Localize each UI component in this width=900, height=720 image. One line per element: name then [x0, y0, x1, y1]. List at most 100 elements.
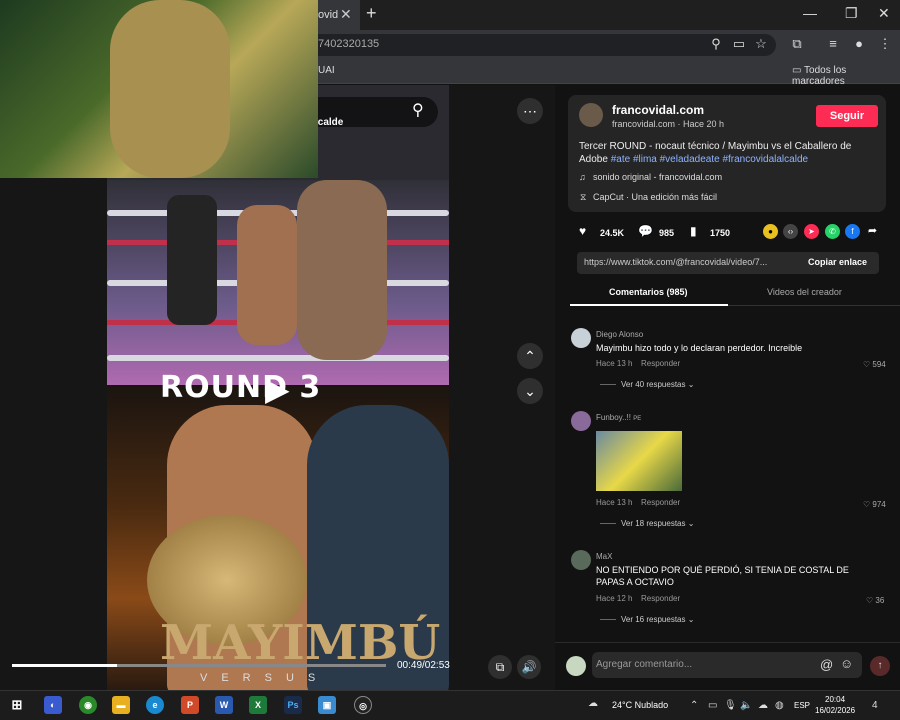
microphone-icon[interactable]: 🎙: [724, 700, 737, 711]
commenter-name[interactable]: Funboy..!! PE: [596, 413, 641, 422]
tab-comments[interactable]: Comentarios (985): [609, 287, 688, 297]
notification-icon[interactable]: 4: [872, 700, 878, 711]
file-explorer-icon[interactable]: ▬: [112, 696, 130, 714]
commenter-name[interactable]: MaX: [596, 552, 612, 561]
like-icon[interactable]: ♥: [579, 224, 597, 242]
restore-icon[interactable]: ❐: [845, 5, 858, 22]
copy-link-button[interactable]: Copiar enlace: [808, 257, 867, 267]
word-icon[interactable]: W: [215, 696, 233, 714]
facebook-icon[interactable]: f: [845, 224, 860, 239]
comment-text: NO ENTIENDO POR QUÉ PERDIÓ, SI TENIA DE …: [596, 565, 849, 587]
comment-time: Hace 13 h: [596, 359, 633, 368]
close-window-icon[interactable]: ✕: [878, 5, 890, 22]
copilot-icon[interactable]: ◐: [44, 696, 62, 714]
next-video-icon[interactable]: ⌄: [517, 378, 543, 404]
cloud-icon[interactable]: ☁: [758, 700, 768, 711]
more-options-icon[interactable]: ⋯: [517, 98, 543, 124]
menu-icon[interactable]: ⋮: [876, 36, 894, 52]
profile-icon[interactable]: ●: [850, 36, 868, 51]
author-name[interactable]: francovidal.com: [612, 103, 704, 117]
hashtags[interactable]: #ate #lima #veladadeate #francovidalalca…: [611, 154, 808, 165]
search-icon[interactable]: ⚲: [412, 100, 424, 120]
weather-icon: ☁: [588, 698, 598, 709]
network-icon[interactable]: ◍: [775, 700, 784, 711]
cast-icon[interactable]: ▭: [730, 36, 748, 52]
progress-fill: [12, 664, 117, 667]
chevron-down-icon: ⌄: [685, 519, 695, 528]
speaker-icon[interactable]: 🔈: [740, 700, 752, 711]
sound-link[interactable]: sonido original - francovidal.com: [593, 172, 722, 182]
tab-creator-videos[interactable]: Videos del creador: [767, 287, 842, 297]
commenter-avatar[interactable]: [571, 328, 591, 348]
post-comment-icon[interactable]: ↑: [870, 656, 890, 676]
tray-app-icon[interactable]: ▭: [708, 700, 717, 711]
user-avatar[interactable]: [566, 656, 586, 676]
volume-icon[interactable]: 🔊: [517, 655, 541, 679]
mention-icon[interactable]: @: [820, 657, 833, 672]
excel-icon[interactable]: X: [249, 696, 267, 714]
heart-icon: ♡: [863, 500, 873, 509]
tray-arrow-icon[interactable]: ⌃: [690, 700, 698, 711]
embed-icon[interactable]: ‹›: [783, 224, 798, 239]
reply-button[interactable]: Responder: [641, 498, 680, 507]
obs-icon[interactable]: ◎: [354, 696, 372, 714]
view-replies[interactable]: Ver 18 respuestas ⌄: [621, 519, 694, 528]
previous-video-icon[interactable]: ⌃: [517, 343, 543, 369]
share-icon[interactable]: ➦: [865, 224, 880, 239]
view-replies[interactable]: Ver 16 respuestas ⌄: [621, 615, 694, 624]
pip-icon[interactable]: ⧉: [488, 655, 512, 679]
video-link[interactable]: https://www.tiktok.com/@francovidal/vide…: [584, 257, 767, 267]
send-icon[interactable]: ➤: [804, 224, 819, 239]
replies-line: [600, 384, 616, 385]
weather-text[interactable]: 24°C Nublado: [612, 700, 668, 710]
comment-icon[interactable]: 💬: [638, 224, 656, 242]
bookmark-star-icon[interactable]: ☆: [752, 36, 770, 52]
post-description: Tercer ROUND - nocaut técnico / Mayimbu …: [579, 141, 852, 165]
chrome-icon[interactable]: ◉: [79, 696, 97, 714]
edge-icon[interactable]: e: [146, 696, 164, 714]
comment-image[interactable]: [596, 431, 682, 491]
coin-icon[interactable]: ●: [763, 224, 778, 239]
boxer-figure: [237, 205, 297, 345]
comment-placeholder: Agregar comentario...: [596, 659, 693, 670]
follow-button[interactable]: Seguir: [816, 105, 878, 127]
heart-icon: ♡: [866, 596, 876, 605]
emoji-icon[interactable]: ☺: [840, 656, 853, 671]
tab-close-icon[interactable]: ✕: [340, 6, 352, 23]
author-handle: francovidal.com · Hace 20 h: [612, 119, 725, 129]
media-icon[interactable]: ≡: [824, 36, 842, 51]
powerpoint-icon[interactable]: P: [181, 696, 199, 714]
whatsapp-icon[interactable]: ✆: [825, 224, 840, 239]
clock[interactable]: 20:04 16/02/2026: [815, 694, 855, 716]
capcut-link[interactable]: CapCut · Una edición más fácil: [593, 192, 717, 202]
bookmark-item[interactable]: UAI: [318, 65, 335, 76]
reply-button[interactable]: Responder: [641, 594, 680, 603]
comment-like[interactable]: ♡ 594: [863, 360, 886, 369]
new-tab-icon[interactable]: +: [366, 3, 377, 24]
comment-like[interactable]: ♡ 974: [863, 500, 886, 509]
reply-button[interactable]: Responder: [641, 359, 680, 368]
round-overlay-text: ROUND 3: [160, 370, 322, 405]
webcam-overlay: [0, 0, 318, 178]
store-icon[interactable]: ▣: [318, 696, 336, 714]
play-icon[interactable]: ▶: [265, 370, 290, 408]
zoom-icon[interactable]: ⚲: [707, 36, 725, 52]
like-count: 24.5K: [600, 228, 625, 238]
referee-figure: [167, 195, 217, 325]
boxer-figure: [297, 180, 387, 360]
replies-line: [600, 523, 616, 524]
comment-text: Mayimbu hizo todo y lo declaran perdedor…: [596, 343, 803, 353]
view-replies[interactable]: Ver 40 respuestas ⌄: [621, 380, 694, 389]
extensions-icon[interactable]: ⧉: [788, 36, 806, 52]
all-bookmarks[interactable]: ▭ Todos los marcadores: [792, 65, 900, 87]
comment-like[interactable]: ♡ 36: [866, 596, 884, 605]
start-icon[interactable]: ⊞: [8, 696, 26, 714]
author-avatar[interactable]: [579, 103, 603, 127]
language-indicator[interactable]: ESP: [794, 701, 810, 710]
save-icon[interactable]: ▮: [690, 224, 708, 242]
commenter-avatar[interactable]: [571, 550, 591, 570]
photoshop-icon[interactable]: Ps: [284, 696, 302, 714]
commenter-avatar[interactable]: [571, 411, 591, 431]
commenter-name[interactable]: Diego Alonso: [596, 330, 643, 339]
minimize-icon[interactable]: —: [803, 5, 817, 21]
